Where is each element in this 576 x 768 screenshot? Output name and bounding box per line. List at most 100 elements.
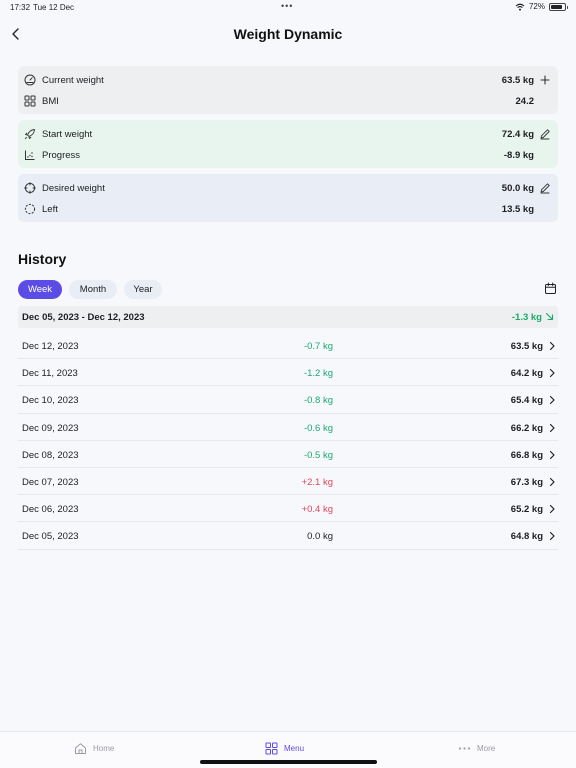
- bottom-nav-home-label: Home: [93, 743, 115, 753]
- chevron-right-icon: [549, 477, 555, 487]
- history-change: 0.0 kg: [307, 531, 333, 543]
- start-weight-row: Start weight 72.4 kg: [18, 124, 558, 144]
- history-change: -0.5 kg: [303, 449, 333, 461]
- desired-weight-value: 50.0 kg: [501, 183, 534, 194]
- grid-icon: [265, 742, 278, 754]
- current-weight-label: Current weight: [42, 75, 104, 86]
- history-title: History: [18, 251, 67, 267]
- chevron-right-icon: [549, 341, 555, 351]
- progress-label: Progress: [42, 150, 81, 161]
- current-weight-value: 63.5 kg: [501, 75, 534, 86]
- history-weight: 64.8 kg: [510, 531, 543, 543]
- wifi-icon: [515, 3, 525, 11]
- calendar-icon[interactable]: [544, 282, 557, 295]
- bottom-nav-menu[interactable]: Menu: [265, 740, 304, 756]
- history-weight: 65.4 kg: [510, 395, 543, 407]
- history-weight: 63.5 kg: [510, 341, 543, 352]
- target-icon: [24, 182, 36, 194]
- history-row[interactable]: Dec 08, 2023 -0.5 kg 66.8 kg: [18, 441, 558, 468]
- progress-row: Progress -8.9 kg: [18, 145, 558, 165]
- chevron-right-icon: [549, 450, 555, 459]
- desired-weight-row: Desired weight 50.0 kg: [18, 178, 558, 198]
- bmi-row: BMI 24.2: [18, 91, 558, 111]
- desired-weight-label: Desired weight: [42, 183, 105, 194]
- left-label: Left: [42, 204, 58, 215]
- left-value: 13.5 kg: [501, 204, 534, 215]
- nav-header: Weight Dynamic: [0, 22, 576, 48]
- history-weight: 66.2 kg: [510, 422, 543, 434]
- progress-value: -8.9 kg: [503, 150, 534, 161]
- history-row[interactable]: Dec 06, 2023 +0.4 kg 65.2 kg: [18, 495, 558, 523]
- battery-percent: 72%: [528, 2, 545, 11]
- tab-week[interactable]: Week: [18, 280, 62, 299]
- status-bar: 17:32 Tue 12 Dec ••• 72%: [0, 0, 576, 14]
- history-weight: 66.8 kg: [510, 449, 543, 461]
- status-date: Tue 12 Dec: [33, 3, 75, 12]
- history-row[interactable]: Dec 12, 2023 -0.7 kg 63.5 kg: [18, 332, 558, 360]
- history-date: Dec 08, 2023: [22, 449, 79, 461]
- start-weight-label: Start weight: [42, 129, 93, 140]
- more-dots-icon: [458, 746, 471, 750]
- date-range-summary: Dec 05, 2023 - Dec 12, 2023 -1.3 kg: [18, 306, 558, 328]
- history-change: -0.7 kg: [303, 341, 333, 352]
- period-tabs: Week Month Year: [18, 280, 162, 300]
- pencil-icon[interactable]: [539, 128, 551, 140]
- history-date: Dec 12, 2023: [22, 341, 79, 352]
- history-change: -0.8 kg: [303, 395, 333, 407]
- home-indicator: [200, 760, 377, 764]
- history-date: Dec 09, 2023: [22, 422, 79, 434]
- left-row: Left 13.5 kg: [18, 199, 558, 219]
- date-range-label: Dec 05, 2023 - Dec 12, 2023: [22, 312, 145, 323]
- date-range-change: -1.3 kg: [511, 312, 542, 323]
- status-time: 17:32: [10, 3, 31, 12]
- gauge-icon: [24, 74, 36, 86]
- multitask-dots[interactable]: •••: [281, 1, 293, 11]
- history-date: Dec 07, 2023: [22, 476, 79, 488]
- history-weight: 64.2 kg: [510, 368, 543, 380]
- battery-icon: [549, 2, 568, 11]
- tab-year[interactable]: Year: [124, 280, 162, 299]
- bmi-value: 24.2: [515, 96, 535, 107]
- chevron-right-icon: [549, 369, 555, 378]
- bottom-nav-home[interactable]: Home: [74, 740, 114, 756]
- chevron-right-icon: [549, 505, 555, 514]
- history-list: Dec 12, 2023 -0.7 kg 63.5 kg Dec 11, 2023 -1…: [18, 332, 558, 550]
- history-row[interactable]: Dec 07, 2023 +2.1 kg 67.3 kg: [18, 468, 558, 496]
- history-row[interactable]: Dec 11, 2023 -1.2 kg 64.2 kg: [18, 359, 558, 387]
- history-weight: 65.2 kg: [510, 504, 543, 516]
- history-row[interactable]: Dec 09, 2023 -0.6 kg 66.2 kg: [18, 414, 558, 441]
- grid-icon: [24, 95, 36, 107]
- chevron-right-icon: [549, 396, 555, 405]
- history-date: Dec 05, 2023: [22, 531, 79, 543]
- status-right: 72%: [515, 2, 568, 11]
- history-change: +0.4 kg: [301, 504, 333, 516]
- chevron-right-icon: [549, 532, 555, 541]
- start-weight-card: Start weight 72.4 kg Progress -8.9 kg: [18, 120, 558, 168]
- history-row[interactable]: Dec 10, 2023 -0.8 kg 65.4 kg: [18, 386, 558, 414]
- history-row[interactable]: Dec 05, 2023 0.0 kg 64.8 kg: [18, 522, 558, 550]
- history-date: Dec 10, 2023: [22, 395, 79, 407]
- bottom-nav-more[interactable]: More: [458, 740, 495, 756]
- current-weight-row: Current weight 63.5 kg: [18, 70, 558, 90]
- plus-icon[interactable]: [539, 74, 551, 86]
- history-change: -1.2 kg: [303, 368, 333, 380]
- bmi-label: BMI: [42, 96, 59, 107]
- tab-month[interactable]: Month: [69, 280, 117, 299]
- page-title: Weight Dynamic: [233, 26, 343, 42]
- bottom-nav-more-label: More: [477, 743, 496, 753]
- history-change: +2.1 kg: [301, 476, 333, 488]
- start-weight-value: 72.4 kg: [501, 129, 534, 140]
- chart-icon: [25, 150, 35, 160]
- bottom-nav-menu-label: Menu: [284, 743, 305, 753]
- history-date: Dec 06, 2023: [22, 504, 79, 516]
- home-icon: [75, 742, 86, 754]
- history-change: -0.6 kg: [303, 422, 333, 434]
- desired-weight-card: Desired weight 50.0 kg Left 13.5 kg: [18, 174, 558, 222]
- progress-ring-icon: [24, 203, 36, 215]
- rocket-icon: [24, 129, 35, 140]
- chevron-right-icon: [549, 423, 555, 432]
- history-date: Dec 11, 2023: [22, 368, 78, 380]
- history-weight: 67.3 kg: [510, 476, 543, 488]
- arrow-down-right-icon: [545, 312, 554, 321]
- pencil-icon[interactable]: [539, 182, 551, 194]
